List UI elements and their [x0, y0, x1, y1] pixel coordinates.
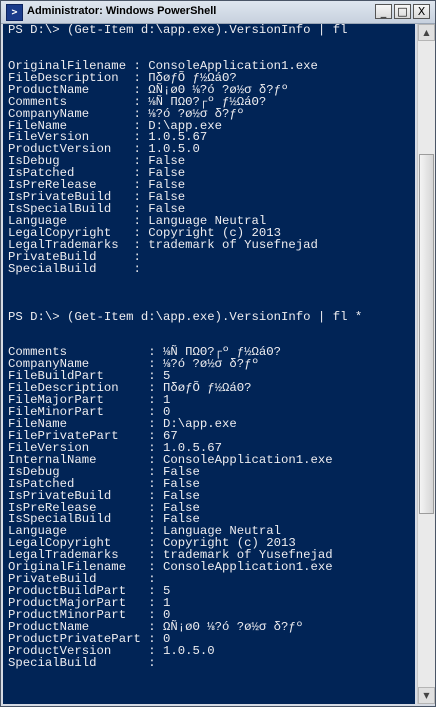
title-bar[interactable]: > Administrator: Windows PowerShell _ □ … [1, 1, 435, 24]
console-line: PS D:\> (Get-Item d:\app.exe).VersionInf… [8, 309, 363, 324]
console-line: SpecialBuild : [8, 261, 141, 276]
console-text: PS D:\> (Get-Item d:\app.exe).VersionInf… [3, 24, 415, 670]
window-title: Administrator: Windows PowerShell [27, 5, 217, 17]
console-output[interactable]: PS D:\> (Get-Item d:\app.exe).VersionInf… [3, 24, 415, 704]
console-line: SpecialBuild : [8, 655, 156, 670]
close-button[interactable]: X [413, 4, 430, 19]
scroll-up-arrow-icon[interactable]: ▲ [418, 24, 435, 41]
scroll-down-arrow-icon[interactable]: ▼ [418, 687, 435, 704]
vertical-scrollbar[interactable]: ▲ ▼ [417, 24, 435, 704]
scrollbar-thumb[interactable] [419, 154, 434, 514]
minimize-button[interactable]: _ [375, 4, 392, 19]
powershell-icon[interactable]: > [6, 4, 23, 21]
console-line: PS D:\> (Get-Item d:\app.exe).VersionInf… [8, 24, 348, 37]
maximize-button[interactable]: □ [394, 4, 411, 19]
powershell-window: > Administrator: Windows PowerShell _ □ … [0, 0, 436, 707]
